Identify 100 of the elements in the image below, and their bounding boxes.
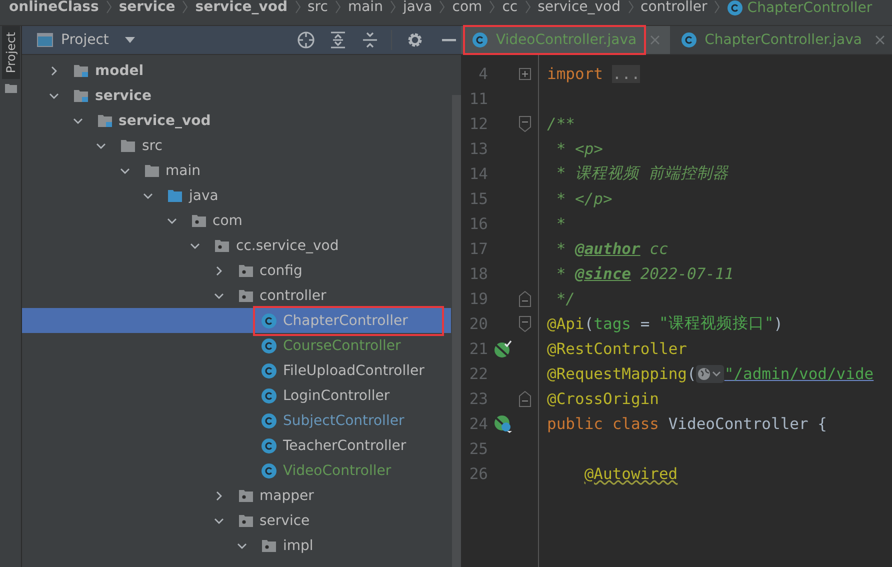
collapse-fold-icon[interactable] bbox=[519, 116, 531, 132]
breadcrumb-item[interactable]: onlineClass bbox=[9, 0, 99, 14]
breadcrumb-item[interactable]: src bbox=[308, 0, 328, 14]
breadcrumb-item[interactable]: service bbox=[118, 0, 176, 14]
code-line: */ bbox=[555, 290, 575, 308]
class-icon bbox=[680, 32, 697, 48]
minimize-icon[interactable] bbox=[442, 38, 456, 42]
code-line: public class VideoController { bbox=[547, 414, 827, 432]
line-number: 17 bbox=[468, 240, 488, 258]
tree-item[interactable]: VideoController bbox=[283, 462, 392, 478]
line-number: 21 bbox=[468, 340, 488, 358]
breadcrumb-item[interactable]: cc bbox=[502, 0, 518, 14]
class-icon bbox=[727, 0, 744, 16]
tree-item[interactable]: main bbox=[166, 162, 200, 178]
class-icon bbox=[261, 312, 277, 328]
tree-item[interactable]: SubjectController bbox=[283, 412, 404, 428]
fold-end-icon[interactable] bbox=[519, 290, 531, 306]
editor-tab[interactable]: ChapterController.java bbox=[670, 26, 892, 54]
breadcrumb-item[interactable]: service_vod bbox=[538, 0, 620, 14]
code-line: * <p> bbox=[555, 140, 603, 158]
code-line: @CrossOrigin bbox=[547, 390, 659, 408]
module-folder-icon bbox=[73, 88, 89, 104]
tree-item[interactable]: controller bbox=[260, 288, 326, 304]
tree-item[interactable]: service_vod bbox=[118, 112, 211, 128]
chevron-icon bbox=[182, 0, 188, 14]
source-folder-icon bbox=[167, 188, 183, 204]
tree-item[interactable]: CourseController bbox=[283, 338, 401, 354]
code-line: * 课程视频 前端控制器 bbox=[555, 163, 728, 184]
folder-icon bbox=[4, 83, 16, 94]
breadcrumb-item[interactable]: java bbox=[402, 0, 432, 14]
tree-item[interactable]: service bbox=[95, 88, 152, 104]
line-number: 15 bbox=[468, 190, 488, 208]
code-line: * </p> bbox=[555, 190, 612, 208]
line-number: 14 bbox=[468, 164, 488, 182]
class-icon bbox=[261, 362, 277, 378]
line-number: 11 bbox=[468, 90, 488, 108]
breadcrumb-item[interactable]: com bbox=[452, 0, 482, 14]
line-number: 26 bbox=[468, 464, 488, 482]
project-tool-tab[interactable]: Project bbox=[2, 26, 20, 80]
code-line: @Api(tags = "课程视频接口") bbox=[547, 313, 784, 334]
collapse-fold-icon[interactable] bbox=[519, 316, 531, 332]
tree-item[interactable]: impl bbox=[283, 538, 314, 554]
dropdown-caret-icon[interactable] bbox=[124, 37, 135, 43]
tree-item[interactable]: java bbox=[189, 188, 218, 204]
window-icon bbox=[37, 33, 53, 47]
tree-item[interactable]: FileUploadController bbox=[283, 362, 424, 378]
line-number: 25 bbox=[468, 440, 488, 458]
line-number: 12 bbox=[468, 114, 488, 132]
bean-web-icon[interactable] bbox=[494, 414, 512, 432]
chevron-icon bbox=[489, 0, 496, 14]
bean-icon[interactable] bbox=[494, 340, 512, 358]
tree-item[interactable]: LoginController bbox=[283, 388, 390, 404]
line-number: 16 bbox=[468, 214, 488, 232]
line-number: 22 bbox=[468, 364, 488, 382]
module-folder-icon bbox=[96, 112, 112, 128]
chevron-icon bbox=[439, 0, 446, 14]
locate-icon[interactable] bbox=[297, 31, 315, 49]
expand-all-icon[interactable] bbox=[329, 31, 347, 49]
breadcrumb-item[interactable]: service_vod bbox=[195, 0, 288, 14]
panel-title[interactable]: Project bbox=[61, 32, 109, 48]
tree-item[interactable]: mapper bbox=[260, 488, 314, 504]
fold-end-icon[interactable] bbox=[519, 390, 531, 406]
line-number: 24 bbox=[468, 414, 488, 432]
class-icon bbox=[261, 388, 277, 404]
tree-item[interactable]: service bbox=[260, 512, 310, 528]
chevron-icon bbox=[294, 0, 301, 14]
settings-icon[interactable] bbox=[406, 31, 424, 49]
folder-icon bbox=[120, 138, 136, 154]
code-line: import ... bbox=[547, 64, 640, 82]
globe-icon[interactable] bbox=[696, 364, 724, 382]
class-icon bbox=[261, 412, 277, 428]
package-icon bbox=[238, 488, 254, 504]
breadcrumb-item[interactable]: controller bbox=[640, 0, 708, 14]
line-number: 23 bbox=[468, 390, 488, 408]
code-line: /** bbox=[547, 114, 575, 132]
line-number: 19 bbox=[468, 290, 488, 308]
code-line: @RestController bbox=[547, 340, 687, 358]
tree-item[interactable]: cc.service_vod bbox=[236, 238, 339, 254]
class-icon bbox=[261, 338, 277, 354]
class-icon bbox=[472, 32, 488, 48]
tree-item[interactable]: model bbox=[95, 62, 144, 78]
code-line: @RequestMapping( "/admin/vod/vide bbox=[547, 364, 874, 382]
tree-item[interactable]: src bbox=[142, 138, 162, 154]
expand-fold-icon[interactable] bbox=[519, 66, 531, 82]
class-icon bbox=[261, 438, 277, 454]
code-line: * bbox=[555, 214, 566, 232]
line-number: 20 bbox=[468, 314, 488, 332]
package-icon bbox=[261, 538, 277, 554]
tree-item[interactable]: TeacherController bbox=[283, 438, 406, 454]
tree-item[interactable]: com bbox=[212, 212, 242, 228]
chevron-icon bbox=[524, 0, 531, 14]
chevron-icon bbox=[334, 0, 341, 14]
scrollbar[interactable] bbox=[452, 95, 461, 567]
chevron-icon bbox=[628, 0, 634, 14]
collapse-all-icon[interactable] bbox=[361, 31, 379, 49]
breadcrumb-item[interactable]: main bbox=[348, 0, 383, 14]
code-line: @Autowired bbox=[583, 464, 678, 482]
line-number: 4 bbox=[478, 64, 488, 82]
breadcrumb-item[interactable]: ChapterController bbox=[727, 0, 872, 16]
tree-item[interactable]: config bbox=[260, 262, 302, 278]
